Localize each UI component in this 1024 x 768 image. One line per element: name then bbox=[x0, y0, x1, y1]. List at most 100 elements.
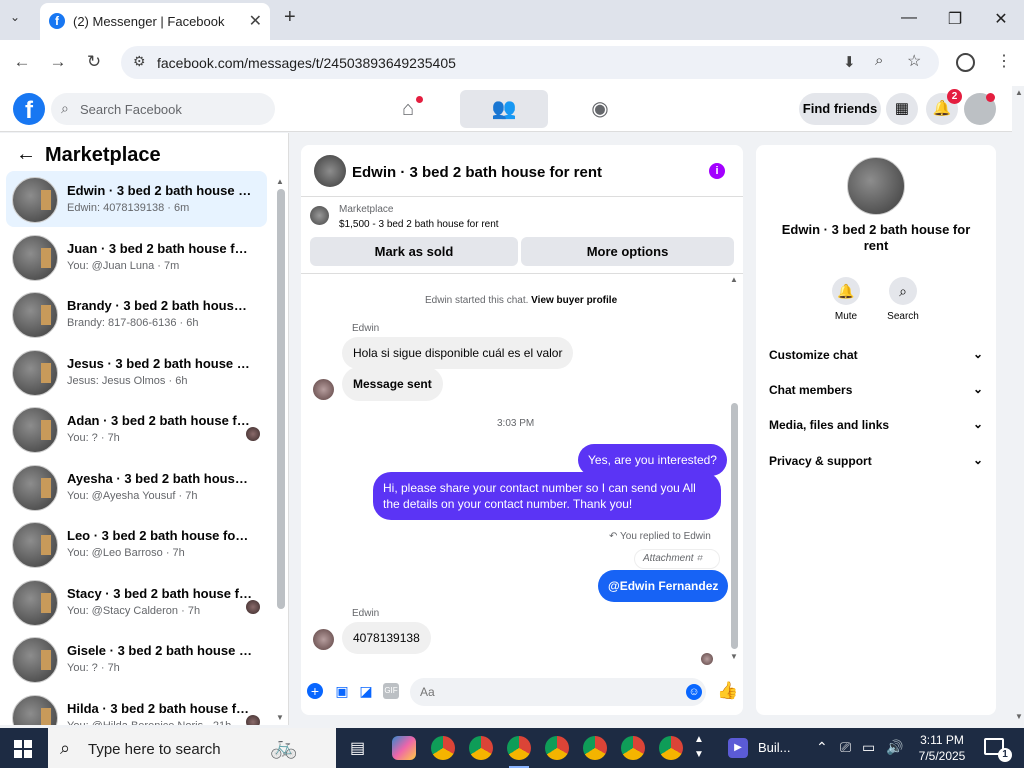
site-info-icon[interactable]: ⚙ bbox=[133, 53, 146, 70]
maximize-icon[interactable]: ❐ bbox=[940, 9, 970, 29]
like-thumbs-up-icon[interactable]: 👍 bbox=[717, 682, 738, 699]
network-icon[interactable]: ▭ bbox=[862, 739, 875, 756]
conversation-row[interactable]: Hilda · 3 bed 2 bath house for rent You: … bbox=[6, 689, 267, 725]
reload-icon[interactable]: ↻ bbox=[82, 52, 106, 72]
message-incoming[interactable]: Hola si sigue disponible cuál es el valo… bbox=[342, 337, 574, 369]
chat-header: Edwin · 3 bed 2 bath house for rent i bbox=[301, 145, 743, 197]
windows-start-icon[interactable] bbox=[14, 740, 32, 758]
chat-scrollbar[interactable] bbox=[731, 403, 738, 649]
conversation-row[interactable]: Ayesha · 3 bed 2 bath house for rent You:… bbox=[6, 459, 267, 515]
home-tab[interactable]: ⌂ bbox=[364, 90, 452, 128]
info-icon[interactable]: i bbox=[709, 163, 725, 179]
menu-grid-icon[interactable]: ▦ bbox=[886, 93, 918, 125]
groups-tab[interactable]: ◉ bbox=[556, 90, 644, 128]
sender-avatar[interactable] bbox=[313, 629, 334, 650]
chrome-icon[interactable] bbox=[659, 736, 683, 760]
browser-menu-icon[interactable]: ⋮ bbox=[996, 51, 1012, 71]
add-plus-icon[interactable]: + bbox=[307, 683, 323, 699]
conversation-row[interactable]: Adan · 3 bed 2 bath house for rent You: ?… bbox=[6, 401, 267, 457]
page-scroll-up-icon[interactable]: ▲ bbox=[1015, 88, 1023, 97]
tab-search-icon[interactable]: ⌄ bbox=[10, 10, 20, 24]
browser-tab-messenger[interactable]: f (2) Messenger | Facebook ✕ bbox=[40, 3, 270, 40]
find-friends-button[interactable]: Find friends bbox=[799, 93, 881, 125]
message-outgoing[interactable]: @Edwin Fernandez bbox=[598, 570, 729, 602]
omnibox[interactable]: ⚙ facebook.com/messages/t/24503893649235… bbox=[121, 46, 939, 79]
build-app-icon[interactable]: ▶ bbox=[728, 738, 748, 758]
conversation-name: Edwin · 3 bed 2 bath house for rent bbox=[67, 183, 253, 198]
facebook-logo-icon[interactable]: f bbox=[13, 93, 45, 125]
view-buyer-profile-link[interactable]: View buyer profile bbox=[531, 295, 617, 306]
message-outgoing[interactable]: Hi, please share your contact number so … bbox=[373, 472, 721, 520]
sticker-icon[interactable]: ◪ bbox=[358, 683, 374, 699]
chat-avatar[interactable] bbox=[314, 155, 346, 187]
chat-panel: Edwin · 3 bed 2 bath house for rent i Ma… bbox=[301, 145, 743, 715]
close-tab-icon[interactable]: ✕ bbox=[249, 11, 262, 31]
show-hidden-icons[interactable]: ⌃ bbox=[816, 739, 828, 756]
search-conversation-button[interactable]: ⌕ Search bbox=[878, 277, 928, 322]
install-app-icon[interactable]: ⬇ bbox=[843, 53, 856, 71]
task-view-icon[interactable]: ▤ bbox=[350, 738, 365, 758]
scroll-up-icon[interactable]: ▲ bbox=[276, 177, 284, 186]
mute-button[interactable]: 🔔 Mute bbox=[821, 277, 871, 322]
listing-thumbnail[interactable] bbox=[310, 206, 329, 225]
chrome-icon[interactable] bbox=[583, 736, 607, 760]
chat-title[interactable]: Edwin · 3 bed 2 bath house for rent bbox=[352, 164, 602, 181]
message-input-box[interactable]: ☺ bbox=[410, 678, 706, 706]
bookmark-star-icon[interactable]: ☆ bbox=[907, 51, 921, 71]
chrome-icon[interactable] bbox=[431, 736, 455, 760]
conversation-row[interactable]: Leo · 3 bed 2 bath house for rent You: @L… bbox=[6, 516, 267, 572]
taskbar-clock[interactable]: 3:11 PM 7/5/2025 bbox=[912, 732, 972, 764]
chrome-icon[interactable] bbox=[621, 736, 645, 760]
minimize-icon[interactable]: — bbox=[894, 9, 924, 27]
listing-price[interactable]: $1,500 - 3 bed 2 bath house for rent bbox=[339, 219, 499, 230]
friends-tab[interactable]: 👥 bbox=[460, 90, 548, 128]
conversation-row[interactable]: Gisele · 3 bed 2 bath house for rent You:… bbox=[6, 631, 267, 687]
taskbar-search-box[interactable]: ⌕ Type here to search 🚲 bbox=[48, 728, 336, 768]
meet-now-icon[interactable]: ⎚ bbox=[840, 739, 851, 756]
message-input[interactable] bbox=[410, 678, 680, 706]
message-incoming[interactable]: Message sent bbox=[342, 367, 443, 401]
conversation-row[interactable]: Stacy · 3 bed 2 bath house for rent You: … bbox=[6, 574, 267, 630]
profile-icon[interactable] bbox=[956, 53, 975, 72]
emoji-icon[interactable]: ☺ bbox=[686, 684, 702, 700]
chat-scroll-up-icon[interactable]: ▲ bbox=[730, 275, 738, 284]
sender-avatar[interactable] bbox=[313, 379, 334, 400]
profile-avatar[interactable] bbox=[847, 157, 905, 215]
scroll-down-icon[interactable]: ▼ bbox=[276, 713, 284, 722]
page-scrollbar[interactable]: ▲ ▼ bbox=[1012, 86, 1024, 726]
chat-scroll-down-icon[interactable]: ▼ bbox=[730, 652, 738, 661]
media-files-links-section[interactable]: Media, files and links ⌄ bbox=[769, 417, 983, 438]
chrome-icon[interactable] bbox=[507, 736, 531, 768]
forward-icon[interactable]: → bbox=[46, 52, 70, 72]
url-text[interactable]: facebook.com/messages/t/2450389364923540… bbox=[157, 55, 456, 71]
attachment-reply-preview[interactable]: Attachment ⌗ bbox=[634, 549, 720, 569]
chrome-icon[interactable] bbox=[469, 736, 493, 760]
build-app-label[interactable]: Buil... bbox=[758, 740, 791, 755]
page-scroll-down-icon[interactable]: ▼ bbox=[1015, 712, 1023, 721]
gif-icon[interactable]: GIF bbox=[383, 683, 399, 699]
conversation-avatar bbox=[12, 522, 58, 568]
facebook-search-box[interactable]: ⌕ Search Facebook bbox=[51, 93, 275, 125]
photo-icon[interactable]: ▣ bbox=[334, 683, 350, 699]
volume-icon[interactable]: 🔊 bbox=[886, 739, 903, 756]
message-incoming[interactable]: 4078139138 bbox=[342, 622, 431, 654]
mark-as-sold-button[interactable]: Mark as sold bbox=[310, 237, 518, 266]
back-icon[interactable]: ← bbox=[10, 52, 34, 72]
sender-name: Edwin bbox=[352, 323, 380, 334]
new-tab-button[interactable]: + bbox=[284, 6, 296, 29]
zoom-icon[interactable]: ⌕ bbox=[875, 52, 883, 69]
customize-chat-section[interactable]: Customize chat ⌄ bbox=[769, 347, 983, 368]
close-window-icon[interactable]: ✕ bbox=[986, 9, 1016, 29]
conversation-row[interactable]: Brandy · 3 bed 2 bath house for rent Bran… bbox=[6, 286, 267, 342]
conversation-row[interactable]: Juan · 3 bed 2 bath house for rent You: @… bbox=[6, 229, 267, 285]
conversation-row[interactable]: Jesus · 3 bed 2 bath house for rent Jesus… bbox=[6, 344, 267, 400]
chat-members-section[interactable]: Chat members ⌄ bbox=[769, 382, 983, 403]
copilot-icon[interactable] bbox=[392, 736, 416, 760]
conversation-list-scrollbar[interactable] bbox=[277, 189, 285, 609]
chrome-icon[interactable] bbox=[545, 736, 569, 760]
more-options-button[interactable]: More options bbox=[521, 237, 734, 266]
conversation-row[interactable]: Edwin · 3 bed 2 bath house for rent Edwin… bbox=[6, 171, 267, 227]
privacy-support-section[interactable]: Privacy & support ⌄ bbox=[769, 453, 983, 474]
taskbar-overflow-icon[interactable]: ▲ ▼ bbox=[694, 732, 704, 762]
back-arrow-icon[interactable]: ← bbox=[16, 143, 36, 166]
